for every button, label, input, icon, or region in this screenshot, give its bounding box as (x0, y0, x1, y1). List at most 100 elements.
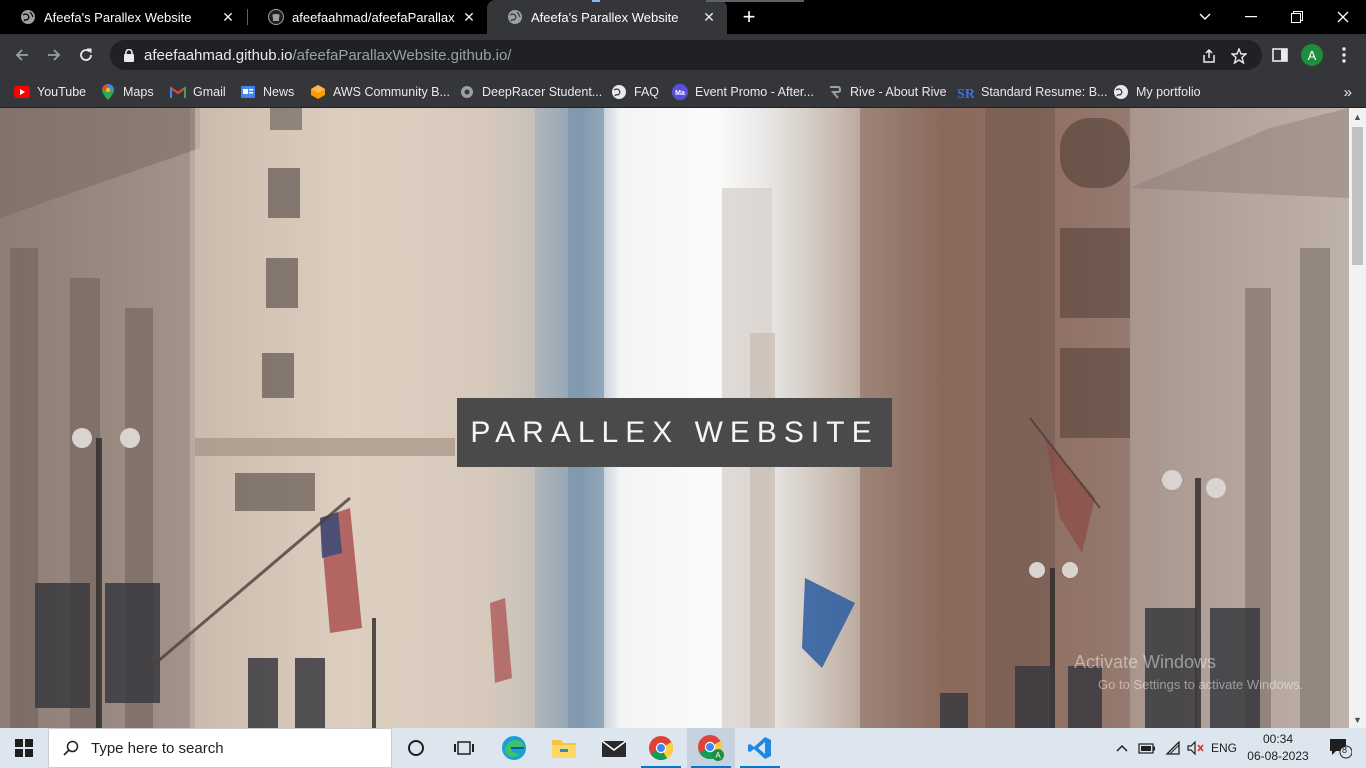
bookmark-label: DeepRacer Student... (482, 85, 603, 99)
scrollbar-thumb[interactable] (1352, 127, 1363, 265)
tab-2[interactable]: afeefaahmad/afeefaParallaxWebsite ✕ (248, 0, 487, 34)
maps-icon (100, 84, 116, 100)
bookmark-youtube[interactable]: YouTube (14, 82, 86, 102)
bookmarks-bar: YouTube Maps Gmail News AWS Community B.… (0, 76, 1366, 108)
globe-icon (1113, 84, 1129, 100)
scroll-down-arrow-icon[interactable]: ▼ (1349, 711, 1366, 728)
arrow-left-icon (15, 49, 28, 61)
parallax-hero-section: PARALLEX WEBSITE Activate Windows Go to … (0, 108, 1349, 728)
bookmark-news[interactable]: News (240, 82, 294, 102)
tab-search-button[interactable] (1182, 0, 1228, 34)
close-tab-icon[interactable]: ✕ (701, 9, 717, 25)
github-icon (268, 9, 284, 25)
lock-icon (122, 48, 136, 62)
bookmark-label: Standard Resume: B... (981, 85, 1108, 99)
volume-status[interactable] (1185, 728, 1207, 768)
chrome-taskbar-button[interactable] (637, 728, 685, 768)
chrome-profile-taskbar-button[interactable]: A (687, 728, 735, 768)
show-hidden-icons-button[interactable] (1114, 728, 1130, 768)
minimize-button[interactable] (1228, 0, 1274, 34)
url-host: afeefaahmad.github.io (144, 46, 293, 64)
bookmark-star-icon[interactable] (1230, 47, 1248, 65)
hero-title: PARALLEX WEBSITE (470, 415, 879, 449)
hero-title-box: PARALLEX WEBSITE (457, 398, 892, 467)
edge-icon (502, 736, 526, 760)
globe-icon (507, 9, 523, 25)
action-center-button[interactable]: 8 (1320, 728, 1360, 768)
close-icon (1337, 11, 1349, 23)
mail-icon (601, 740, 627, 757)
reload-button[interactable] (72, 41, 100, 69)
share-icon[interactable] (1200, 47, 1218, 65)
bookmark-portfolio[interactable]: My portfolio (1113, 82, 1201, 102)
back-button[interactable] (8, 41, 36, 69)
folder-icon (552, 740, 576, 758)
task-view-button[interactable] (440, 728, 488, 768)
watermark-subtitle: Go to Settings to activate Windows. (1098, 677, 1304, 692)
bookmark-label: Gmail (193, 85, 226, 99)
bookmark-label: AWS Community B... (333, 85, 450, 99)
notification-icon (1330, 739, 1352, 759)
tab-title: Afeefa's Parallex Website (531, 9, 679, 25)
more-bookmarks-button[interactable]: » (1344, 84, 1352, 101)
close-tab-icon[interactable]: ✕ (461, 9, 477, 25)
search-icon (63, 740, 79, 756)
bookmark-event-promo[interactable]: Ma Event Promo - After... (672, 82, 814, 102)
chrome-icon (649, 736, 674, 761)
activate-windows-watermark: Activate Windows Go to Settings to activ… (1074, 652, 1303, 692)
aws-icon (310, 84, 326, 100)
browser-menu-button[interactable] (1330, 41, 1358, 69)
address-bar[interactable]: afeefaahmad.github.io/afeefaParallaxWebs… (110, 40, 1262, 70)
bookmark-gmail[interactable]: Gmail (170, 82, 226, 102)
scroll-up-arrow-icon[interactable]: ▲ (1349, 108, 1366, 125)
side-panel-button[interactable] (1266, 41, 1294, 69)
side-panel-icon (1272, 48, 1288, 62)
bookmark-maps[interactable]: Maps (100, 82, 154, 102)
taskbar-search-box[interactable]: Type here to search (48, 728, 392, 768)
vscode-taskbar-button[interactable] (736, 728, 784, 768)
mail-taskbar-button[interactable] (590, 728, 638, 768)
tab-title: afeefaahmad/afeefaParallaxWebsite (292, 9, 455, 25)
new-tab-button[interactable]: + (736, 4, 762, 30)
network-status[interactable] (1162, 728, 1184, 768)
bookmark-resume[interactable]: SR Standard Resume: B... (958, 82, 1107, 102)
restore-button[interactable] (1274, 0, 1320, 34)
resume-icon: SR (958, 84, 974, 100)
browser-toolbar: afeefaahmad.github.io/afeefaParallaxWebs… (0, 34, 1366, 76)
windows-taskbar: Type here to search A ENG 00:34 06-08-20… (0, 728, 1366, 768)
tab-3-active[interactable]: Afeefa's Parallex Website ✕ (487, 0, 727, 34)
clock-date: 06-08-2023 (1247, 749, 1309, 763)
search-placeholder: Type here to search (91, 739, 224, 757)
forward-button[interactable] (40, 41, 68, 69)
bookmark-label: My portfolio (1136, 85, 1201, 99)
bookmark-label: Rive - About Rive (850, 85, 947, 99)
bookmark-label: FAQ (634, 85, 660, 99)
arrow-right-icon (48, 49, 61, 61)
volume-muted-icon (1187, 741, 1204, 755)
youtube-icon (14, 84, 30, 100)
file-explorer-taskbar-button[interactable] (540, 728, 588, 768)
plus-icon: + (742, 4, 756, 29)
notification-count: 8 (1342, 745, 1348, 755)
close-window-button[interactable] (1320, 0, 1366, 34)
close-tab-icon[interactable]: ✕ (220, 9, 236, 25)
page-scrollbar[interactable]: ▲ ▼ (1349, 108, 1366, 728)
bookmark-rive[interactable]: Rive - About Rive (827, 82, 947, 102)
chrome-profile-icon: A (698, 735, 724, 761)
news-icon (240, 84, 256, 100)
edge-taskbar-button[interactable] (490, 728, 538, 768)
bookmark-label: Event Promo - After... (695, 85, 814, 99)
watermark-title: Activate Windows (1074, 652, 1217, 672)
minimize-icon (1245, 16, 1257, 18)
system-clock[interactable]: 00:34 06-08-2023 (1240, 731, 1316, 765)
start-button[interactable] (0, 728, 48, 768)
battery-status[interactable] (1136, 728, 1158, 768)
language-indicator[interactable]: ENG (1208, 728, 1240, 768)
bookmark-aws[interactable]: AWS Community B... (310, 82, 450, 102)
cortana-button[interactable] (392, 728, 440, 768)
bookmark-faq[interactable]: FAQ (611, 82, 659, 102)
tab-1[interactable]: Afeefa's Parallex Website ✕ (0, 0, 246, 34)
profile-avatar[interactable]: A (1301, 44, 1323, 66)
bookmark-label: News (263, 85, 295, 99)
bookmark-deepracer[interactable]: DeepRacer Student... (459, 82, 602, 102)
